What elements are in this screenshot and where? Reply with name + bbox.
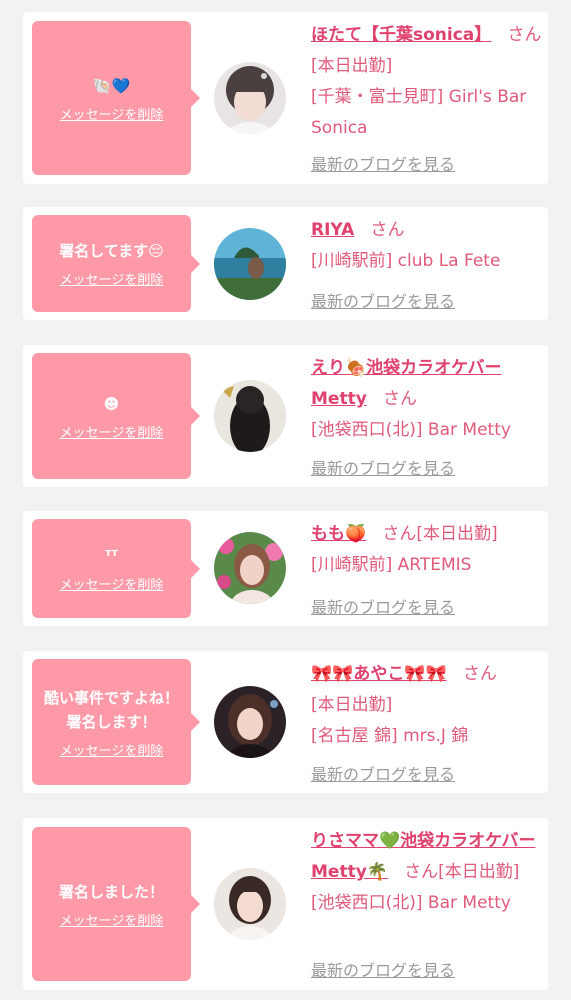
message-text: ᵀᵀ: [105, 547, 118, 565]
cast-name-link[interactable]: RIYA: [311, 220, 354, 240]
avatar-photo: [214, 532, 286, 604]
message-text: 署名しました！: [58, 882, 164, 901]
shop-name: [川崎駅前] ARTEMIS: [311, 555, 472, 575]
shop-name: [名古屋 錦] mrs.J 錦: [311, 726, 469, 746]
delete-message-link[interactable]: メッセージを削除: [60, 740, 164, 759]
cast-info: えり🍖池袋カラオケバーMetty さん [池袋西口(北)] Bar Metty: [311, 353, 543, 446]
cast-info: もも🍑 さん[本日出勤] [川崎駅前] ARTEMIS: [311, 519, 543, 581]
latest-blog-link[interactable]: 最新のブログを見る: [311, 151, 455, 175]
latest-blog-link[interactable]: 最新のブログを見る: [311, 957, 455, 981]
avatar[interactable]: [214, 868, 286, 940]
avatar-photo: [214, 228, 286, 300]
message-bubble: 署名してます😔 メッセージを削除: [32, 215, 200, 312]
shop-name: [川崎駅前] club La Fete: [311, 251, 501, 271]
honorific: さん: [370, 220, 405, 240]
avatar[interactable]: [214, 532, 286, 604]
cast-info: 🎀🎀あやこ🎀🎀 さん [本日出勤] [名古屋 錦] mrs.J 錦: [311, 659, 543, 752]
honorific: さん: [383, 389, 417, 409]
attendance-status: [本日出勤]: [311, 695, 393, 715]
message-card: ᵀᵀ メッセージを削除 もも🍑 さん[本日出勤] [川崎駅前] ARTEMIS …: [23, 511, 548, 626]
delete-message-link[interactable]: メッセージを削除: [60, 422, 164, 441]
message-bubble: ᵀᵀ メッセージを削除: [32, 519, 200, 618]
latest-blog-link[interactable]: 最新のブログを見る: [311, 455, 455, 479]
shop-name: [池袋西口(北)] Bar Metty: [311, 420, 511, 440]
message-bubble: ☻ メッセージを削除: [32, 353, 200, 479]
attendance-status: [本日出勤]: [416, 524, 498, 544]
cast-name-link[interactable]: もも🍑: [311, 524, 366, 544]
cast-name-link[interactable]: 🎀🎀あやこ🎀🎀: [311, 664, 447, 684]
avatar[interactable]: [214, 228, 286, 300]
message-bubble: 酷い事件ですよね！署名します！ メッセージを削除: [32, 659, 200, 785]
cast-name-link[interactable]: ほたて【千葉sonica】: [311, 25, 491, 45]
delete-message-link[interactable]: メッセージを削除: [60, 104, 164, 123]
message-card: 酷い事件ですよね！署名します！ メッセージを削除 🎀🎀あやこ🎀🎀 さん [本日出…: [23, 651, 548, 793]
avatar[interactable]: [214, 62, 286, 134]
attendance-status: [本日出勤]: [311, 56, 393, 76]
message-text: 🐚💙: [92, 76, 131, 95]
shop-name: [千葉・富士見町] Girl's Bar Sonica: [311, 87, 527, 138]
shop-name: [池袋西口(北)] Bar Metty: [311, 893, 511, 913]
delete-message-link[interactable]: メッセージを削除: [60, 910, 164, 929]
message-card: 署名してます😔 メッセージを削除 RIYA さん [川崎駅前] club La …: [23, 207, 548, 320]
cast-info: りさママ💚池袋カラオケバーMetty🌴 さん[本日出勤] [池袋西口(北)] B…: [311, 826, 543, 919]
cast-info: RIYA さん [川崎駅前] club La Fete: [311, 215, 543, 277]
honorific: さん: [507, 25, 542, 45]
latest-blog-link[interactable]: 最新のブログを見る: [311, 288, 455, 312]
honorific: さん: [382, 524, 417, 544]
avatar[interactable]: [214, 686, 286, 758]
avatar-photo: [214, 62, 286, 134]
delete-message-link[interactable]: メッセージを削除: [60, 269, 164, 288]
latest-blog-link[interactable]: 最新のブログを見る: [311, 594, 455, 618]
message-text: ☻: [103, 394, 120, 413]
avatar[interactable]: [214, 380, 286, 452]
message-card: 署名しました！ メッセージを削除 りさママ💚池袋カラオケバーMetty🌴 さん[…: [23, 818, 548, 990]
avatar-photo: [214, 380, 286, 452]
delete-message-link[interactable]: メッセージを削除: [60, 574, 164, 593]
avatar-photo: [214, 686, 286, 758]
attendance-status: [本日出勤]: [438, 862, 520, 882]
message-card: ☻ メッセージを削除 えり🍖池袋カラオケバーMetty さん [池袋西口(北)]…: [23, 345, 548, 487]
message-text: 署名してます😔: [59, 242, 164, 260]
honorific: さん: [404, 862, 439, 882]
message-text: 酷い事件ですよね！署名します！: [43, 688, 179, 731]
avatar-photo: [214, 868, 286, 940]
latest-blog-link[interactable]: 最新のブログを見る: [311, 761, 455, 785]
message-bubble: 🐚💙 メッセージを削除: [32, 21, 200, 175]
message-bubble: 署名しました！ メッセージを削除: [32, 827, 200, 981]
message-card: 🐚💙 メッセージを削除 ほたて【千葉sonica】 さん [本日出勤] [千葉・富…: [23, 12, 548, 184]
honorific: さん: [462, 664, 497, 684]
cast-info: ほたて【千葉sonica】 さん [本日出勤] [千葉・富士見町] Girl's …: [311, 20, 543, 144]
